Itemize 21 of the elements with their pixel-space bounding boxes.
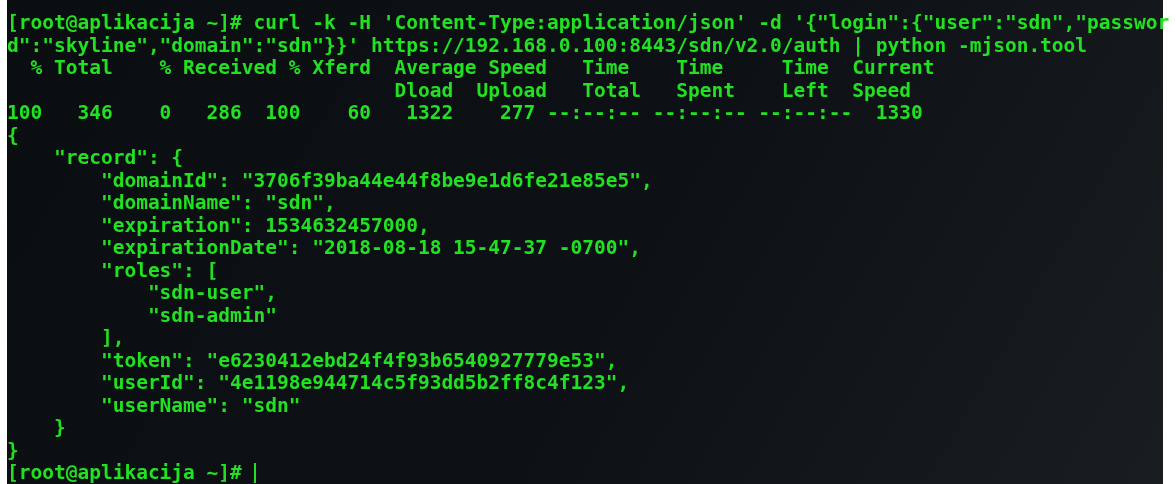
terminal-line: Dload Upload Total Spent Left Speed xyxy=(393,79,911,102)
terminal-line: { xyxy=(7,124,19,147)
terminal-line: "domainName": "sdn", xyxy=(99,192,336,215)
terminal-line: "userId": "4e1198e944714c5f93dd5b2ff8c4f123", xyxy=(99,372,630,395)
terminal-line: } xyxy=(52,417,66,440)
terminal-line: } xyxy=(7,439,19,462)
text-cursor-icon xyxy=(253,463,256,484)
terminal-line: "sdn-admin" xyxy=(146,304,278,327)
terminal-line: "record": { xyxy=(52,147,184,170)
terminal-line: % Total % Received % Xferd Average Speed Time Time Time Current xyxy=(29,57,935,80)
terminal-line: 100 346 0 286 100 60 1322 277 --:--:-- --:--:-- --:--:-- 1330 xyxy=(7,102,923,125)
terminal-line: "expirationDate": "2018-08-18 15-47-37 -0700", xyxy=(99,237,641,260)
terminal-line: "domainId": "3706f39ba44e44f8be9e1d6fe21e85e5", xyxy=(99,169,653,192)
shell-prompt: [root@aplikacija ~]# xyxy=(7,462,242,484)
terminal-line: "roles": [ xyxy=(99,259,219,282)
terminal-line: ], xyxy=(99,327,125,350)
terminal-line: "expiration": 1534632457000, xyxy=(99,214,430,237)
terminal-line: "token": "e6230412ebd24f4f93b6540927779e53", xyxy=(99,349,618,372)
terminal-line: d":"skyline","domain":"sdn"}}' https://192.168.0.100:8443/sdn/v2.0/auth | python -mjson.tool xyxy=(7,34,1088,57)
terminal-line: "userName": "sdn" xyxy=(99,394,301,417)
terminal-line: "sdn-user", xyxy=(146,282,278,305)
